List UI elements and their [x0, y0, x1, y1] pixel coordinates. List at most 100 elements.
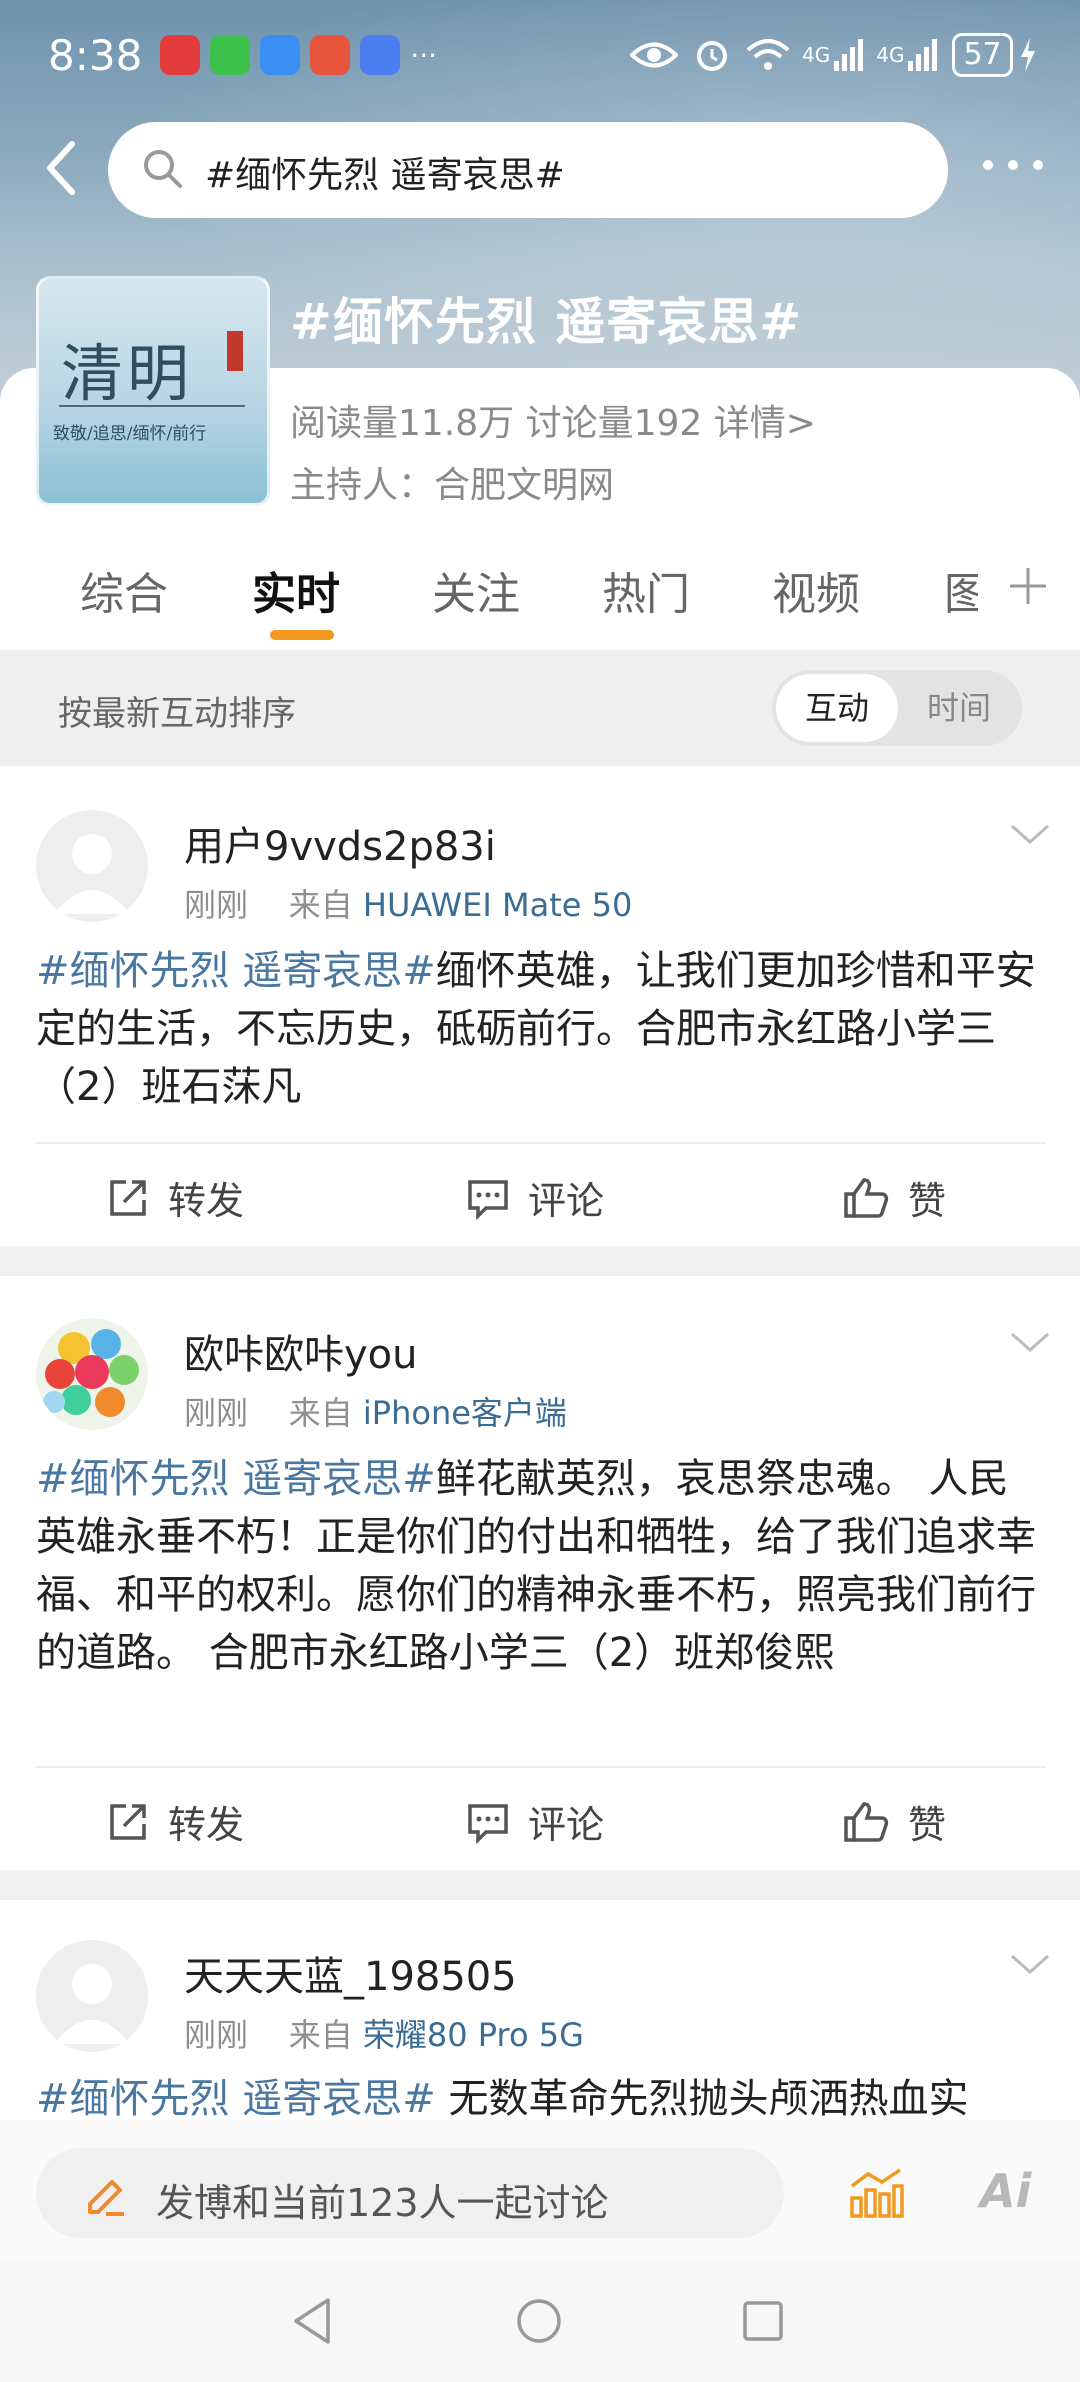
chevron-down-icon[interactable] — [1008, 1950, 1052, 1980]
post-from: 来自 — [288, 886, 353, 924]
divider — [36, 1766, 1046, 1768]
repost-icon — [110, 1803, 146, 1840]
post-username[interactable]: 欧咔欧咔you — [184, 1322, 418, 1380]
post-card[interactable]: 用户9vvds2p83i 刚刚 来自 HUAWEI Mate 50 #缅怀先烈 … — [0, 766, 1080, 1246]
nav-back-icon[interactable] — [290, 2296, 334, 2346]
app-icon-video — [160, 35, 201, 75]
comment-button[interactable]: 评论 — [466, 1794, 604, 1849]
chevron-down-icon[interactable] — [1008, 820, 1052, 850]
post-content[interactable]: #缅怀先烈 遥寄哀思#缅怀英雄，让我们更加珍惜和平安定的生活，不忘历史，砥砺前行… — [36, 942, 1046, 1116]
post-topic-tag[interactable]: #缅怀先烈 遥寄哀思# — [36, 1456, 436, 1502]
wifi-icon — [746, 39, 790, 70]
post-meta: 刚刚 来自 荣耀80 Pro 5G — [184, 2010, 584, 2056]
post-username[interactable]: 天天天蓝_198505 — [184, 1944, 517, 2002]
status-bar-left: 8:38 ··· — [48, 22, 437, 88]
sort-option-interaction[interactable]: 互动 — [776, 674, 898, 742]
avatar[interactable] — [36, 1318, 148, 1430]
post-source[interactable]: 荣耀80 Pro 5G — [363, 2016, 584, 2054]
post-meta: 刚刚 来自 HUAWEI Mate 50 — [184, 880, 632, 926]
tab-following[interactable]: 关注 — [432, 558, 520, 622]
post-username[interactable]: 用户9vvds2p83i — [184, 814, 496, 872]
cover-subtitle: 致敬/追思/缅怀/前行 — [53, 424, 207, 444]
tab-hot[interactable]: 热门 — [602, 558, 690, 622]
divider — [36, 1142, 1046, 1144]
sort-option-time[interactable]: 时间 — [900, 674, 1018, 742]
like-label: 赞 — [908, 1803, 947, 1847]
battery-indicator: 57 — [952, 33, 1013, 77]
post-source[interactable]: HUAWEI Mate 50 — [363, 886, 632, 924]
post-time: 刚刚 — [184, 1394, 249, 1432]
post-time: 刚刚 — [184, 2016, 249, 2054]
topic-host[interactable]: 主持人：合肥文明网 — [290, 456, 614, 508]
balloons-avatar-image — [36, 1318, 148, 1430]
search-query: #缅怀先烈 遥寄哀思# — [205, 155, 565, 196]
topic-title: #缅怀先烈 遥寄哀思# — [290, 293, 803, 351]
sort-label: 按最新互动排序 — [58, 694, 296, 734]
cover-seal — [227, 331, 243, 371]
pencil-icon — [88, 2180, 124, 2216]
repost-label: 转发 — [168, 1803, 245, 1847]
charging-icon — [1020, 38, 1035, 72]
comment-icon — [468, 1179, 508, 1220]
post-from: 来自 — [288, 1394, 353, 1432]
nav-recents-icon[interactable] — [742, 2300, 784, 2342]
avatar[interactable] — [36, 810, 148, 922]
tab-image[interactable]: 图 — [944, 558, 978, 622]
cover-line — [59, 405, 245, 407]
repost-button[interactable]: 转发 — [106, 1170, 244, 1225]
comment-label: 评论 — [528, 1803, 605, 1847]
topic-cover-image[interactable]: 清明 致敬/追思/缅怀/前行 — [36, 276, 270, 506]
post-content[interactable]: #缅怀先烈 遥寄哀思# 无数革命先烈抛头颅洒热血实 — [36, 2070, 1046, 2120]
music-app-icon — [360, 35, 401, 75]
signal-icon-2 — [908, 39, 938, 71]
back-arrow-icon[interactable] — [38, 138, 88, 198]
comment-label: 评论 — [528, 1179, 605, 1223]
like-label: 赞 — [908, 1179, 947, 1223]
status-more: ··· — [410, 38, 438, 72]
post-card[interactable]: 天天天蓝_198505 刚刚 来自 荣耀80 Pro 5G #缅怀先烈 遥寄哀思… — [0, 1900, 1080, 2120]
post-topic-tag[interactable]: #缅怀先烈 遥寄哀思# — [36, 2076, 436, 2120]
post-card[interactable]: 欧咔欧咔you 刚刚 来自 iPhone客户端 #缅怀先烈 遥寄哀思#鲜花献英烈… — [0, 1276, 1080, 1870]
signal-label-1: 4G — [802, 43, 831, 67]
comment-icon — [468, 1803, 508, 1844]
comment-button[interactable]: 评论 — [466, 1170, 604, 1225]
app-icon-red — [310, 35, 351, 75]
chevron-down-icon[interactable] — [1008, 1328, 1052, 1358]
search-icon — [144, 150, 182, 188]
tab-realtime[interactable]: 实时 — [252, 558, 340, 622]
default-avatar-icon — [54, 1964, 130, 2044]
signal-icon — [834, 39, 864, 71]
status-time: 8:38 — [48, 30, 143, 80]
thumbs-up-icon — [844, 1177, 889, 1218]
more-options-icon[interactable] — [978, 150, 1048, 180]
trend-chart-icon[interactable] — [848, 2166, 904, 2220]
repost-button[interactable]: 转发 — [106, 1794, 244, 1849]
repost-icon — [110, 1179, 146, 1216]
repost-label: 转发 — [168, 1179, 245, 1223]
eye-icon — [630, 42, 678, 68]
topic-stats[interactable]: 阅读量11.8万 讨论量192 详情> — [290, 394, 816, 446]
status-bar-right: 4G 4G 57 — [630, 22, 1037, 88]
post-from: 来自 — [288, 2016, 353, 2054]
message-app-icon — [260, 35, 301, 75]
wechat-icon — [210, 35, 251, 75]
like-button[interactable]: 赞 — [842, 1794, 946, 1849]
avatar[interactable] — [36, 1940, 148, 2052]
post-meta: 刚刚 来自 iPhone客户端 — [184, 1388, 567, 1434]
compose-placeholder: 发博和当前123人一起讨论 — [156, 2181, 609, 2225]
tab-general[interactable]: 综合 — [80, 558, 168, 622]
plus-icon[interactable] — [1008, 566, 1048, 606]
battery-level: 57 — [963, 37, 1002, 72]
nav-home-icon[interactable] — [516, 2298, 562, 2344]
post-time: 刚刚 — [184, 886, 249, 924]
tab-video[interactable]: 视频 — [772, 558, 860, 622]
post-text: 无数革命先烈抛头颅洒热血实 — [435, 2076, 969, 2120]
thumbs-up-icon — [844, 1801, 889, 1842]
post-source[interactable]: iPhone客户端 — [363, 1394, 567, 1432]
cover-title: 清明 — [61, 337, 194, 410]
post-content[interactable]: #缅怀先烈 遥寄哀思#鲜花献英烈，哀思祭忠魂。 人民英雄永垂不朽！正是你们的付出… — [36, 1450, 1046, 1682]
post-topic-tag[interactable]: #缅怀先烈 遥寄哀思# — [36, 948, 436, 994]
like-button[interactable]: 赞 — [842, 1170, 946, 1225]
default-avatar-icon — [54, 834, 130, 914]
ai-button[interactable]: Ai — [980, 2164, 1031, 2218]
